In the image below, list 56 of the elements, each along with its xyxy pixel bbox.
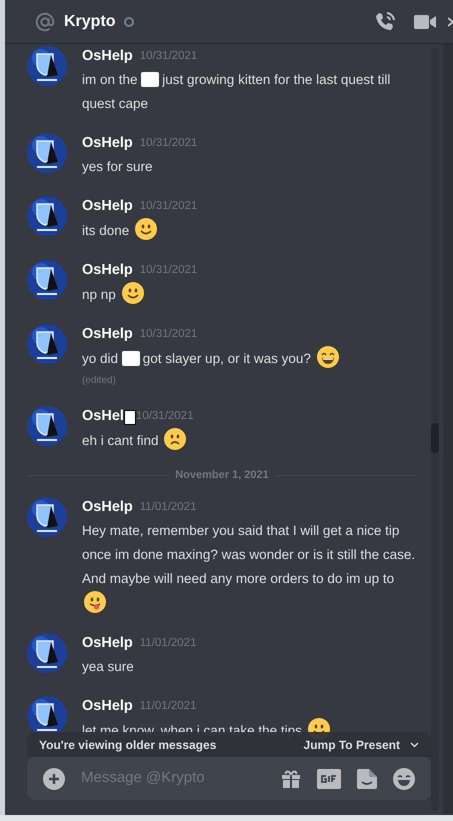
timestamp: 10/31/2021 (140, 263, 198, 278)
video-camera-icon[interactable] (414, 12, 436, 30)
avatar-icon (27, 196, 67, 236)
timestamp: 10/31/2021 (136, 409, 194, 424)
message-text: eh i cant find (82, 428, 423, 453)
jump-to-present-button[interactable]: Jump To Present (304, 736, 400, 754)
avatar-icon (27, 496, 67, 536)
author-name[interactable]: OsHelp (82, 324, 133, 346)
author-name[interactable]: OsHel (82, 406, 124, 428)
emoji-icon[interactable] (393, 768, 415, 790)
timestamp: 11/01/2021 (140, 636, 196, 651)
tongue-emoji-icon (84, 590, 106, 612)
timestamp: 10/31/2021 (140, 327, 198, 342)
channel-title: Krypto (64, 12, 116, 32)
edited-label: (edited) (82, 374, 116, 388)
timestamp: 11/01/2021 (140, 500, 196, 515)
avatar-icon (27, 260, 67, 300)
author-name[interactable]: OsHelp (82, 696, 133, 718)
plus-icon[interactable] (43, 768, 65, 790)
frown-emoji-icon (164, 428, 186, 450)
gif-icon[interactable] (317, 768, 341, 788)
author-name[interactable]: OsHelp (82, 46, 133, 68)
avatar-icon (27, 632, 67, 672)
sticker-icon[interactable] (357, 768, 377, 788)
avatar-icon (27, 324, 67, 364)
avatar-icon (27, 133, 67, 173)
timestamp: 10/31/2021 (140, 199, 198, 214)
at-icon (34, 10, 56, 32)
gift-icon[interactable] (281, 768, 301, 788)
date-divider: November 1, 2021 (174, 468, 270, 483)
avatar-icon (27, 46, 67, 86)
chevron-down-icon[interactable] (410, 742, 419, 748)
author-name[interactable]: OsHelp (82, 260, 133, 282)
avatar-icon (27, 406, 67, 446)
grin-emoji-icon (316, 346, 339, 368)
smile-emoji-icon (135, 218, 158, 240)
redaction-block (141, 72, 160, 87)
author-name[interactable]: OsHelp (82, 496, 133, 518)
message-text: its done (82, 218, 423, 243)
timestamp: 10/31/2021 (140, 49, 198, 64)
timestamp: 11/01/2021 (140, 698, 196, 714)
timestamp: 10/31/2021 (140, 136, 198, 152)
redaction-block (122, 351, 140, 366)
message-text: yea sure (82, 658, 135, 676)
older-messages-notice: You're viewing older messages (39, 737, 216, 754)
message-text: Hey mate, remember you said that I will get a nice tip once im done maxing? was wonder or is it still the case. And maybe will need any more orders to do im up to (82, 518, 423, 616)
author-name[interactable]: OsHelp (82, 133, 133, 155)
message-text: im on the just growing kitten for the last quest till quest cape (82, 71, 392, 113)
scrollbar-track[interactable] (431, 48, 439, 811)
message-text: yo did got slayer up, or it was you? (82, 346, 423, 371)
author-name[interactable]: OsHelp (82, 196, 133, 218)
smile-emoji-icon (122, 282, 144, 304)
message-text: np np (82, 282, 423, 307)
author-name[interactable]: OsHelp (82, 632, 133, 654)
message-text: yes for sure (82, 158, 154, 176)
scrollbar-thumb[interactable] (431, 423, 439, 453)
